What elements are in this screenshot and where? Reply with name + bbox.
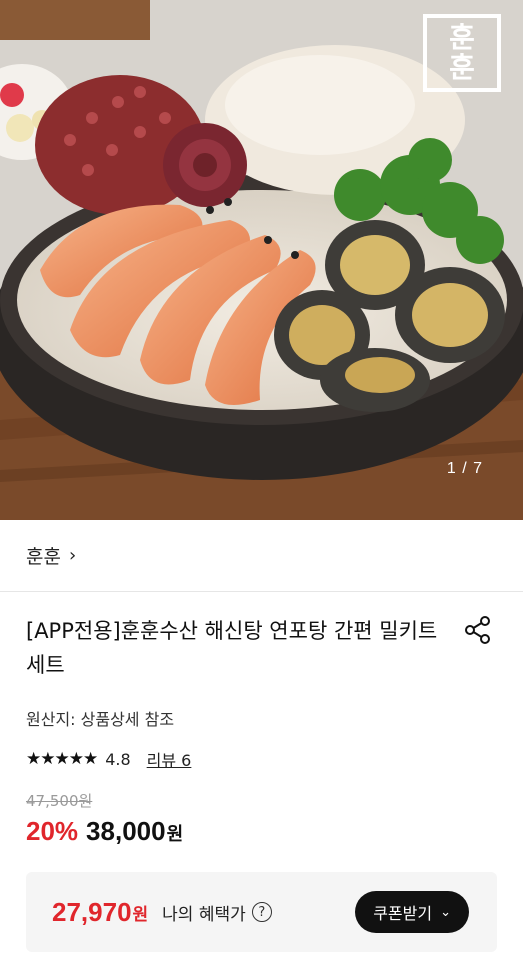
discount-rate: 20% (26, 816, 79, 846)
coupon-button-label: 쿠폰받기 (373, 904, 433, 923)
price-row: 20% 38,000 원 (26, 816, 183, 847)
share-icon[interactable] (462, 614, 494, 646)
origin-info: 원산지: 상품상세 참조 (26, 710, 175, 729)
benefit-box: 27,970 원 나의 혜택가 ? 쿠폰받기 ⌄ (26, 872, 497, 952)
rating-row: ★★★★★ 4.8 리뷰 6 (26, 748, 191, 770)
coupon-button[interactable]: 쿠폰받기 ⌄ (355, 891, 469, 933)
star-icon: ★★★★★ (26, 749, 98, 769)
product-image-carousel[interactable]: 훈 훈 1 / 7 (0, 0, 523, 520)
store-link[interactable]: 훈훈 › (0, 520, 523, 592)
sale-price-unit: 원 (166, 824, 184, 845)
original-price: 47,500원 (26, 792, 93, 810)
product-title: [APP전용]훈훈수산 해신탕 연포탕 간편 밀키트 세트 (26, 619, 438, 677)
benefit-price: 27,970 (52, 896, 132, 927)
image-counter: 1 / 7 (446, 460, 483, 477)
chevron-right-icon: › (68, 545, 77, 566)
sale-price: 38,000 (86, 816, 166, 846)
brand-logo-bottom: 훈 (449, 51, 475, 84)
store-name: 훈훈 (26, 546, 61, 568)
benefit-price-unit: 원 (132, 904, 149, 925)
review-link[interactable]: 리뷰 6 (147, 747, 192, 771)
rating-value: 4.8 (105, 749, 131, 769)
chevron-down-icon: ⌄ (440, 904, 451, 920)
brand-logo: 훈 훈 (423, 14, 501, 92)
benefit-label: 나의 혜택가 (162, 904, 246, 925)
brand-logo-top: 훈 (449, 21, 475, 54)
help-icon[interactable]: ? (251, 902, 272, 922)
